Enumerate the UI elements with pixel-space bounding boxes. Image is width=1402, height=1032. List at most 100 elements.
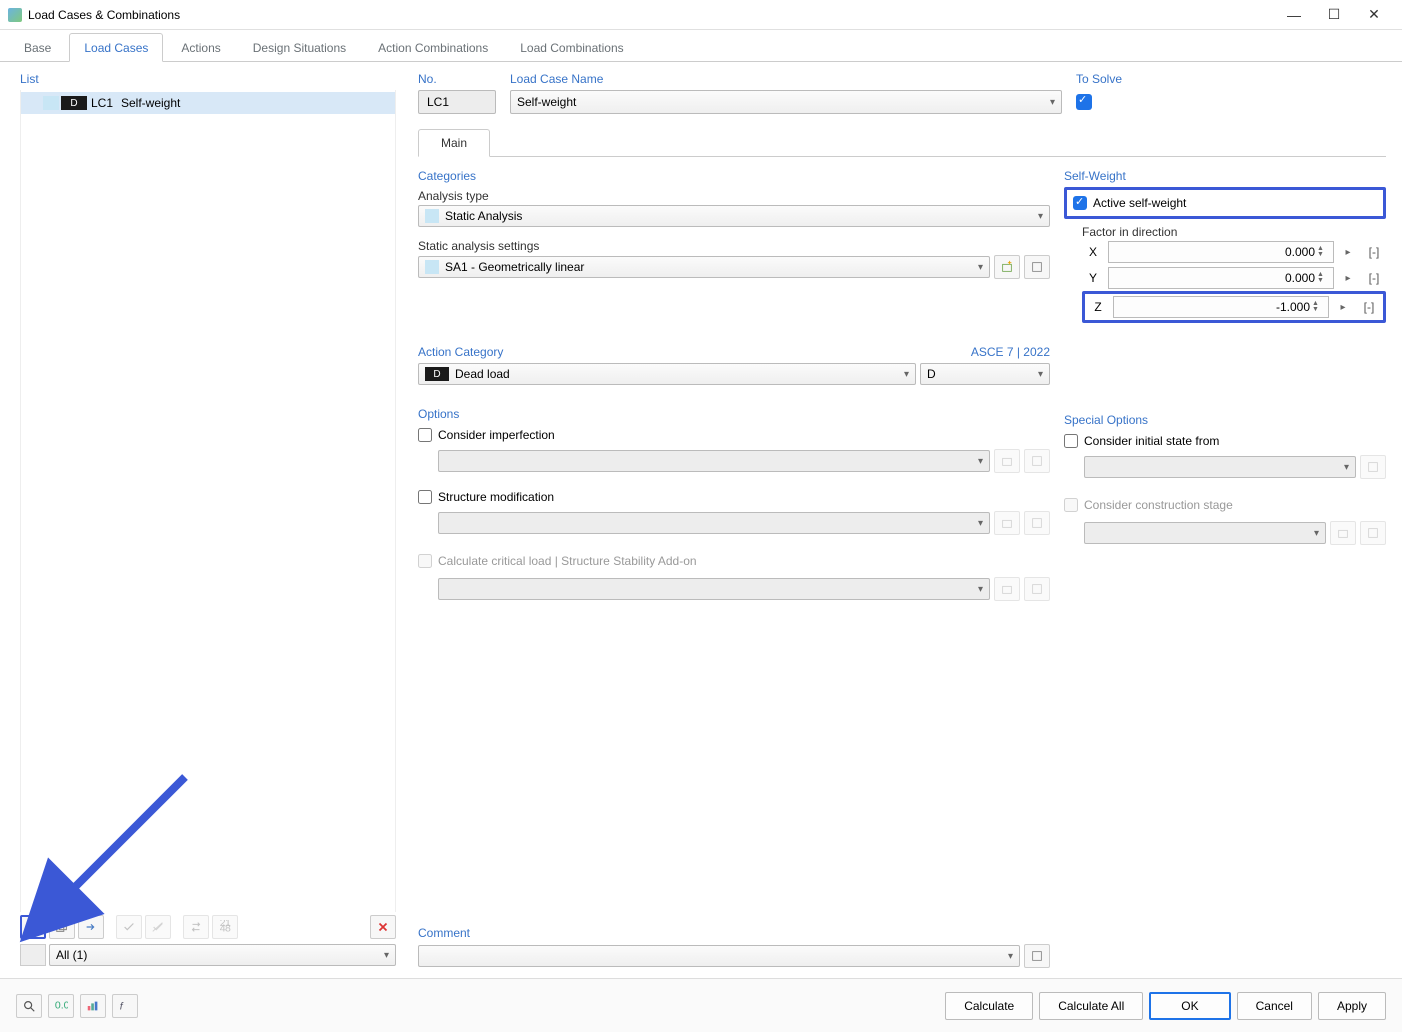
active-selfweight-label: Active self-weight: [1093, 196, 1186, 210]
color-swatch: [43, 96, 59, 110]
construction-stage-combo: [1084, 522, 1326, 544]
app-icon: [8, 8, 22, 22]
tab-load-cases[interactable]: Load Cases: [69, 33, 163, 62]
no-field[interactable]: LC1: [418, 90, 496, 114]
comment-combo[interactable]: [418, 945, 1020, 967]
factor-x-arrow[interactable]: ▸: [1338, 247, 1358, 258]
badge-d: D: [61, 96, 87, 110]
tab-design-situations[interactable]: Design Situations: [239, 34, 360, 61]
unit-z: [-]: [1357, 300, 1381, 314]
bottom-bar: 0.00 f Calculate Calculate All OK Cancel…: [0, 978, 1402, 1032]
factor-y-arrow[interactable]: ▸: [1338, 273, 1358, 284]
action-category-title: Action Category: [418, 345, 503, 359]
cancel-button[interactable]: Cancel: [1237, 992, 1312, 1020]
filter-swatch[interactable]: [20, 944, 46, 966]
factor-z-arrow[interactable]: ▸: [1333, 302, 1353, 313]
apply-button[interactable]: Apply: [1318, 992, 1386, 1020]
unit-y: [-]: [1362, 271, 1386, 285]
comment-edit-button[interactable]: [1024, 944, 1050, 968]
delete-button[interactable]: [370, 915, 396, 939]
name-combo[interactable]: Self-weight: [510, 90, 1062, 114]
analysis-type-combo[interactable]: Static Analysis: [418, 205, 1050, 227]
filter-combo[interactable]: All (1): [49, 944, 396, 966]
action-code-combo[interactable]: D: [920, 363, 1050, 385]
to-solve-checkbox[interactable]: [1076, 94, 1092, 110]
axis-z: Z: [1087, 300, 1109, 314]
list-header: List: [20, 68, 396, 90]
structure-mod-checkbox[interactable]: [418, 490, 432, 504]
svg-text:8: 8: [225, 922, 231, 934]
axis-y: Y: [1082, 271, 1104, 285]
calculate-button[interactable]: Calculate: [945, 992, 1033, 1020]
tab-action-combinations[interactable]: Action Combinations: [364, 34, 502, 61]
renumber-button[interactable]: 2148: [212, 915, 238, 939]
close-button[interactable]: ✕: [1354, 1, 1394, 29]
construction-stage-label: Consider construction stage: [1084, 496, 1233, 514]
list-item-name: Self-weight: [121, 96, 395, 110]
maximize-button[interactable]: ☐: [1314, 1, 1354, 29]
name-label: Load Case Name: [510, 68, 1062, 90]
factor-z-input[interactable]: -1.000▲▼: [1113, 296, 1329, 318]
check-all-button[interactable]: [116, 915, 142, 939]
sa-settings-label: Static analysis settings: [418, 237, 1050, 255]
construction-stage-edit-button: [1360, 521, 1386, 545]
list-item-lc1[interactable]: D LC1 Self-weight: [21, 92, 395, 114]
sa-edit-button[interactable]: [1024, 255, 1050, 279]
no-label: No.: [418, 68, 496, 90]
factor-y-input[interactable]: 0.000▲▼: [1108, 267, 1334, 289]
axis-x: X: [1082, 245, 1104, 259]
options-title: Options: [418, 403, 1050, 425]
imperfection-checkbox[interactable]: [418, 428, 432, 442]
imperfection-edit-button[interactable]: [1024, 449, 1050, 473]
list-body[interactable]: D LC1 Self-weight: [20, 90, 396, 912]
right-panel: No. LC1 Load Case Name Self-weight To So…: [410, 62, 1402, 972]
tab-actions[interactable]: Actions: [167, 34, 234, 61]
new-item-button[interactable]: [20, 915, 46, 939]
initial-state-checkbox[interactable]: [1064, 434, 1078, 448]
sa-settings-combo[interactable]: SA1 - Geometrically linear: [418, 256, 990, 278]
construction-stage-checkbox: [1064, 498, 1078, 512]
unit-x: [-]: [1362, 245, 1386, 259]
arrow-button[interactable]: [78, 915, 104, 939]
minimize-button[interactable]: —: [1274, 1, 1314, 29]
ok-button[interactable]: OK: [1149, 992, 1230, 1020]
structure-mod-new-button[interactable]: [994, 511, 1020, 535]
title-bar: Load Cases & Combinations — ☐ ✕: [0, 0, 1402, 30]
initial-state-edit-button[interactable]: [1360, 455, 1386, 479]
comment-title: Comment: [418, 922, 1050, 944]
chart-icon[interactable]: [80, 994, 106, 1018]
initial-state-combo: [1084, 456, 1356, 478]
structure-mod-edit-button[interactable]: [1024, 511, 1050, 535]
standard-label: ASCE 7 | 2022: [971, 345, 1050, 359]
solve-label: To Solve: [1076, 68, 1386, 90]
active-selfweight-highlight: Active self-weight: [1064, 187, 1386, 219]
imperfection-label: Consider imperfection: [438, 428, 555, 442]
critical-load-combo: [438, 578, 990, 600]
selfweight-title: Self-Weight: [1064, 165, 1386, 187]
action-category-combo[interactable]: DDead load: [418, 363, 916, 385]
uncheck-all-button[interactable]: [145, 915, 171, 939]
subtab-main[interactable]: Main: [418, 129, 490, 157]
list-item-no: LC1: [91, 96, 121, 110]
formula-icon[interactable]: f: [112, 994, 138, 1018]
analysis-type-label: Analysis type: [418, 187, 1050, 205]
calculate-all-button[interactable]: Calculate All: [1039, 992, 1143, 1020]
tab-base[interactable]: Base: [10, 34, 65, 61]
swap-button[interactable]: [183, 915, 209, 939]
units-icon[interactable]: 0.00: [48, 994, 74, 1018]
construction-stage-new-button: [1330, 521, 1356, 545]
imperfection-new-button[interactable]: [994, 449, 1020, 473]
sa-new-button[interactable]: [994, 255, 1020, 279]
factor-x-input[interactable]: 0.000▲▼: [1108, 241, 1334, 263]
left-panel: List D LC1 Self-weight: [0, 62, 410, 972]
categories-title: Categories: [418, 165, 1050, 187]
tab-load-combinations[interactable]: Load Combinations: [506, 34, 637, 61]
active-selfweight-checkbox[interactable]: [1073, 196, 1087, 210]
factor-label: Factor in direction: [1082, 223, 1386, 241]
critical-load-label: Calculate critical load | Structure Stab…: [438, 552, 697, 570]
structure-mod-label: Structure modification: [438, 490, 554, 504]
svg-text:0.00: 0.00: [55, 999, 68, 1011]
copy-item-button[interactable]: [49, 915, 75, 939]
svg-text:f: f: [120, 1000, 124, 1012]
search-icon[interactable]: [16, 994, 42, 1018]
